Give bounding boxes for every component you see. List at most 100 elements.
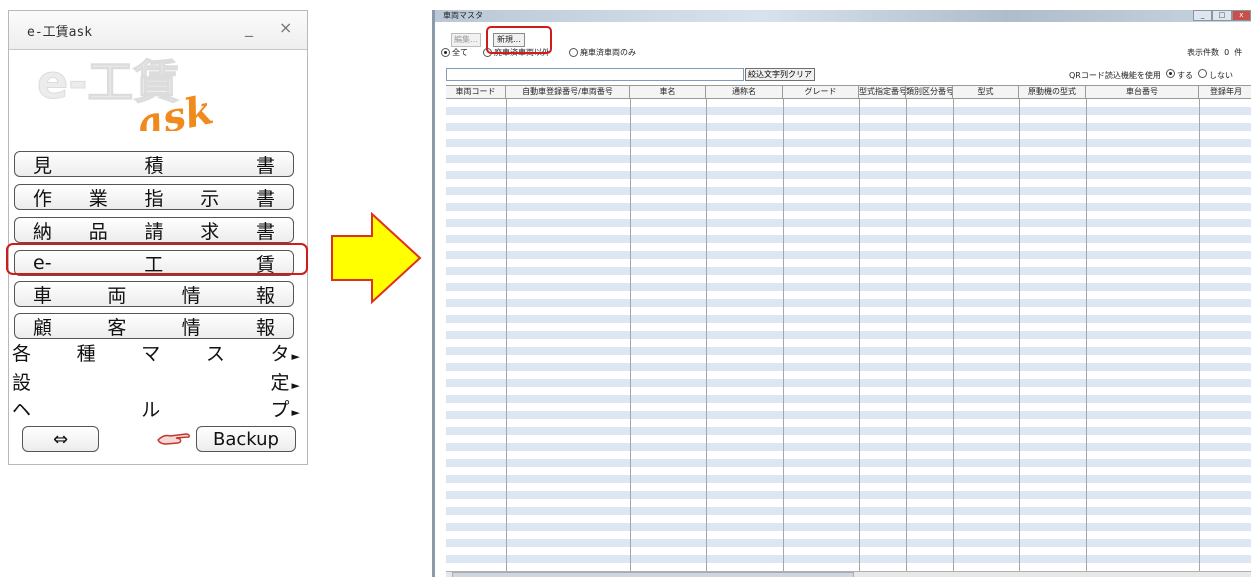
table-header: 車両コード 自動車登録番号/車両番号 車名 通称名 グレード 型式指定番号 類別区分番号 型式… — [446, 86, 1251, 99]
button-char: 品 — [88, 220, 108, 243]
column-divider — [906, 99, 907, 574]
new-button-highlight — [486, 26, 552, 54]
scrollbar-thumb[interactable] — [452, 572, 854, 577]
qr-yes-label: する — [1176, 71, 1193, 80]
right-arrow-icon — [331, 212, 422, 304]
radio-only[interactable] — [569, 48, 578, 57]
column-header[interactable]: 車名 — [630, 86, 706, 98]
button-char: 指 — [144, 187, 164, 210]
column-header[interactable]: 類別区分番号 — [906, 86, 953, 98]
filter-all-option[interactable]: 全て — [441, 47, 468, 58]
pointing-hand-icon — [157, 433, 190, 445]
vehicle-table[interactable]: 車両コード 自動車登録番号/車両番号 車名 通称名 グレード 型式指定番号 類別区分番号 型式… — [446, 85, 1251, 574]
qr-label: QRコード読込機能を使用 — [1069, 71, 1161, 80]
qr-no-radio[interactable] — [1198, 69, 1208, 78]
button-char: 作 — [33, 187, 53, 210]
work-order-button[interactable]: 作業指示書 — [14, 184, 294, 210]
menu-char: プ — [270, 399, 290, 421]
column-header[interactable]: 通称名 — [706, 86, 783, 98]
close-button[interactable]: × — [279, 18, 292, 37]
vehicle-info-button[interactable]: 車両情報 — [14, 281, 294, 307]
column-header[interactable]: 登録年月 — [1199, 86, 1251, 98]
window-close-icon[interactable]: x — [1231, 10, 1251, 21]
menu-char: 各 — [12, 343, 32, 365]
customer-info-button[interactable]: 顧客情報 — [14, 313, 294, 339]
column-divider — [706, 99, 707, 574]
menu-char: ス — [205, 343, 225, 365]
window-minimize-icon[interactable]: _ — [1193, 10, 1213, 21]
column-divider — [1019, 99, 1020, 574]
button-char: 情 — [181, 316, 201, 339]
window-maximize-icon[interactable]: □ — [1212, 10, 1232, 21]
button-char: 顧 — [33, 316, 53, 339]
submenu-arrow-icon: ► — [291, 379, 300, 392]
submenu-arrow-icon: ► — [291, 350, 300, 363]
window-controls: _ □ x — [1193, 10, 1251, 21]
quote-button[interactable]: 見積書 — [14, 151, 294, 177]
backup-button[interactable]: Backup — [196, 426, 296, 452]
menu-char: 種 — [76, 343, 96, 365]
swap-label: ⇔ — [52, 428, 69, 450]
column-divider — [1199, 99, 1200, 574]
filter-text-input[interactable] — [446, 68, 744, 81]
column-divider — [506, 99, 507, 574]
menu-char: ル — [141, 399, 161, 421]
column-divider — [859, 99, 860, 574]
column-header[interactable]: 型式指定番号 — [859, 86, 906, 98]
button-char: 示 — [200, 187, 220, 210]
vehicle-window-title: 車両マスタ — [443, 11, 483, 20]
minimize-button[interactable]: _ — [245, 18, 253, 37]
menu-char: タ — [270, 343, 290, 365]
qr-no-label: しない — [1209, 71, 1234, 80]
button-char: 両 — [107, 284, 127, 307]
qr-yes-radio[interactable] — [1165, 69, 1175, 78]
column-divider — [1086, 99, 1087, 574]
radio-all[interactable] — [441, 48, 450, 57]
button-char: 納 — [33, 220, 53, 243]
submenu-arrow-icon: ► — [291, 406, 300, 419]
column-header[interactable]: 自動車登録番号/車両番号 — [506, 86, 630, 98]
edit-button[interactable]: 編集… — [451, 33, 481, 47]
filter-only-scrapped-option[interactable]: 廃車済車両のみ — [569, 47, 636, 58]
radio-only-label: 廃車済車両のみ — [580, 48, 636, 57]
menu-char: マ — [141, 343, 161, 365]
vehicle-master-window: 車両マスタ _ □ x 編集… 新規… 全て 廃車済車両以外 廃車済車両のみ 表… — [432, 10, 1251, 577]
column-divider — [630, 99, 631, 574]
menu-char: ヘ — [12, 399, 32, 421]
column-header[interactable]: 車両コード — [446, 86, 506, 98]
master-menu[interactable]: 各 種 マ ス タ ► — [12, 339, 300, 366]
column-divider — [783, 99, 784, 574]
column-divider — [953, 99, 954, 574]
menu-last: タ ► — [271, 339, 300, 366]
button-char: 書 — [255, 154, 275, 177]
button-char: 書 — [255, 220, 275, 243]
button-char: 報 — [255, 284, 275, 307]
count-unit: 件 — [1234, 48, 1243, 57]
help-menu[interactable]: ヘ ル プ ► — [12, 395, 300, 422]
settings-menu[interactable]: 設 定 ► — [12, 368, 300, 395]
radio-all-label: 全て — [452, 48, 468, 57]
qr-setting: QRコード読込機能を使用 する しない — [1069, 69, 1233, 81]
clear-filter-button[interactable]: 絞込文字列クリア — [745, 68, 815, 81]
button-char: 請 — [144, 220, 164, 243]
count-label: 表示件数 — [1187, 48, 1219, 57]
button-char: 求 — [200, 220, 220, 243]
table-body[interactable] — [446, 99, 1251, 574]
column-header[interactable]: 車台番号 — [1086, 86, 1199, 98]
swap-layout-button[interactable]: ⇔ — [22, 426, 99, 452]
count-display: 表示件数 0 件 — [1187, 47, 1242, 58]
column-header[interactable]: 型式 — [953, 86, 1019, 98]
backup-label: Backup — [213, 428, 279, 450]
button-char: 業 — [88, 187, 108, 210]
button-char: 積 — [144, 154, 164, 177]
vehicle-info-highlight — [6, 243, 308, 275]
delivery-invoice-button[interactable]: 納品請求書 — [14, 217, 294, 243]
horizontal-scrollbar[interactable] — [446, 571, 1251, 577]
app-logo: e-工賃 ask — [37, 56, 217, 131]
column-header[interactable]: グレード — [783, 86, 859, 98]
button-char: 見 — [33, 154, 53, 177]
launcher-titlebar: e-工賃ask _ × — [9, 11, 307, 50]
column-header[interactable]: 原動機の型式 — [1019, 86, 1086, 98]
menu-char: 定 — [270, 372, 290, 394]
count-value: 0 — [1224, 48, 1230, 57]
